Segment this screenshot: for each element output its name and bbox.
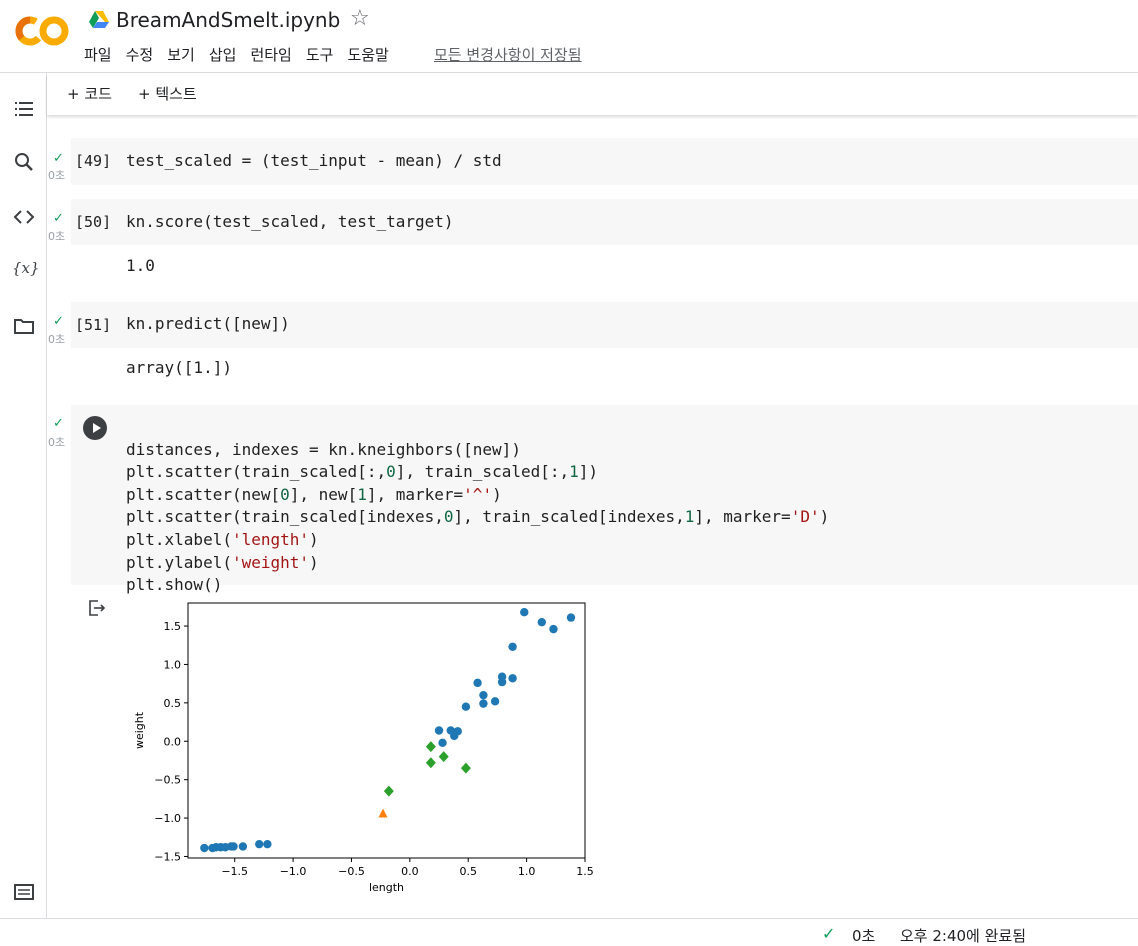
menu-runtime[interactable]: 런타임: [250, 44, 291, 65]
x-tick-label: 0.0: [401, 865, 419, 878]
y-tick-label: 1.5: [164, 620, 182, 633]
menu-view[interactable]: 보기: [167, 44, 195, 65]
variables-icon[interactable]: {x}: [12, 259, 40, 283]
left-sidebar: {x}: [0, 73, 47, 918]
output-actions-icon[interactable]: [88, 599, 106, 617]
cell-output: 1.0: [126, 256, 155, 275]
code-snippets-icon[interactable]: [12, 205, 36, 229]
axes-frame: [187, 602, 586, 859]
execution-count: [51]: [75, 316, 112, 334]
cell-output: array([1.]): [126, 358, 232, 377]
y-tick-label: 0.0: [164, 735, 182, 748]
status-exec-time: 0초: [852, 927, 876, 945]
data-point: [537, 618, 546, 627]
data-point: [549, 624, 558, 634]
status-completed-time[interactable]: 오후 2:40에 완료됨: [900, 925, 1026, 946]
menu-file[interactable]: 파일: [84, 44, 112, 65]
table-of-contents-icon[interactable]: [12, 97, 36, 121]
data-point: [520, 608, 529, 617]
add-code-button[interactable]: + 코드: [67, 83, 112, 104]
execution-count: [49]: [75, 152, 112, 170]
x-tick-label: −0.5: [338, 865, 365, 878]
data-point: [434, 726, 444, 735]
data-point: [461, 702, 471, 711]
data-point: [508, 642, 517, 651]
colab-logo[interactable]: [14, 12, 70, 50]
data-point: [453, 727, 462, 736]
code-line: plt.show(): [126, 575, 223, 595]
x-tick-label: 1.0: [518, 865, 536, 878]
data-point: [255, 839, 264, 849]
y-tick-label: −1.0: [154, 812, 181, 825]
code-line[interactable]: kn.score(test_scaled, test_target): [126, 211, 454, 234]
code-line[interactable]: kn.predict([new]): [126, 313, 290, 336]
run-success-icon: ✓: [53, 314, 64, 329]
data-point: [438, 738, 447, 747]
run-success-icon: ✓: [53, 416, 64, 431]
star-icon[interactable]: ☆: [350, 6, 370, 31]
search-icon[interactable]: [12, 150, 36, 174]
x-axis-label: length: [369, 881, 404, 894]
data-point: [479, 699, 488, 708]
data-point: [238, 842, 248, 851]
run-cell-button[interactable]: [83, 416, 107, 440]
exec-time: 0초: [48, 436, 66, 449]
menu-edit[interactable]: 수정: [126, 44, 154, 65]
save-status-link[interactable]: 모든 변경사항이 저장됨: [434, 44, 582, 65]
data-point: [566, 613, 576, 622]
command-palette-icon[interactable]: [12, 880, 36, 904]
status-divider: [0, 918, 1138, 919]
code-line[interactable]: test_scaled = (test_input - mean) / std: [126, 150, 502, 173]
execution-count: [50]: [75, 213, 112, 231]
exec-time: 0초: [48, 230, 66, 243]
data-point: [200, 843, 209, 853]
run-success-icon: ✓: [53, 211, 64, 226]
notebook-toolbar: + 코드 + 텍스트: [47, 73, 1138, 115]
y-tick-label: 0.5: [164, 697, 182, 710]
code-line: plt.ylabel('weight'): [126, 552, 319, 572]
y-axis-label: weight: [133, 711, 146, 749]
code-line: plt.scatter(train_scaled[indexes,0], tra…: [126, 507, 830, 527]
add-text-button[interactable]: + 텍스트: [138, 83, 197, 104]
data-point: [490, 697, 500, 706]
y-tick-label: −1.5: [154, 850, 181, 863]
google-drive-icon[interactable]: [89, 10, 109, 28]
y-tick-label: 1.0: [164, 658, 182, 671]
x-tick-label: 1.5: [576, 865, 594, 878]
notebook-title[interactable]: BreamAndSmelt.ipynb: [116, 8, 340, 32]
x-tick-label: −1.0: [280, 865, 307, 878]
data-point: [497, 672, 507, 681]
x-tick-label: −1.5: [221, 865, 248, 878]
scatter-plot: −1.5 −1.0 −0.5 0.0 0.5 1.0 1.5 −1.5 −1.0 −0.5 0.0 0…: [133, 602, 594, 894]
folder-icon[interactable]: [12, 314, 36, 338]
menu-help[interactable]: 도움말: [347, 44, 388, 65]
data-point: [508, 674, 517, 683]
run-success-icon: ✓: [53, 151, 64, 166]
data-point: [263, 839, 272, 849]
exec-time: 0초: [48, 169, 66, 182]
data-point: [479, 690, 488, 700]
code-line: plt.scatter(train_scaled[:,0], train_sca…: [126, 462, 599, 482]
code-line: plt.xlabel('length'): [126, 529, 319, 549]
y-tick-label: −0.5: [154, 774, 181, 787]
data-point: [473, 678, 482, 688]
data-point: [229, 842, 238, 851]
x-tick-label: 0.5: [459, 865, 477, 878]
menu-insert[interactable]: 삽입: [209, 44, 237, 65]
exec-time: 0초: [48, 333, 66, 346]
status-check-icon: ✓: [822, 924, 836, 943]
code-line: distances, indexes = kn.kneighbors([new]…: [126, 439, 521, 459]
play-icon: [93, 423, 101, 433]
code-line: plt.scatter(new[0], new[1], marker='^'): [126, 484, 502, 504]
menu-tools[interactable]: 도구: [306, 44, 334, 65]
code-block[interactable]: distances, indexes = kn.kneighbors([new]…: [126, 416, 829, 619]
menu-bar: 파일 수정 보기 삽입 런타임 도구 도움말: [84, 44, 403, 65]
